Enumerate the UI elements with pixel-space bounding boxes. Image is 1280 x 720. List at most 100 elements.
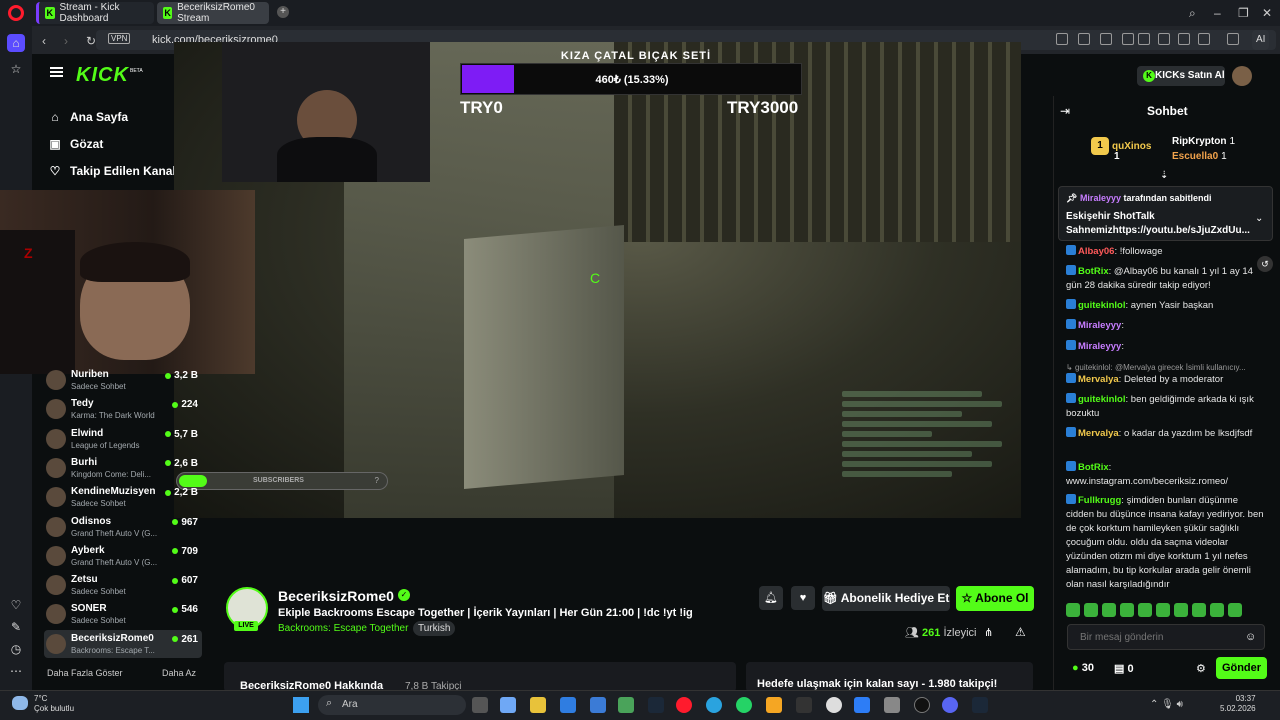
play-icon[interactable] [1122,33,1134,45]
history-icon[interactable]: ◷ [7,640,25,658]
opera-logo-icon[interactable] [8,5,24,21]
emoji-picker-icon[interactable]: ☺ [1245,631,1256,643]
extensions-icon[interactable] [1227,33,1239,45]
tray-icons[interactable]: ⌃ 🎙︎ 🔊︎ [1150,699,1183,710]
chat-username[interactable]: BotRix [1078,462,1109,473]
obs-icon[interactable] [914,697,930,713]
emote[interactable] [1102,603,1116,617]
shield-icon[interactable] [1100,33,1112,45]
calculator-icon[interactable] [884,697,900,713]
new-tab-button[interactable]: + [277,6,289,18]
channel-item[interactable]: Nuriben Sadece Sohbet 3,2 B [44,366,202,394]
stream-category[interactable]: Backrooms: Escape Together [278,623,408,634]
chevron-down-icon[interactable]: ⌄ [1255,213,1263,224]
kicks-balance[interactable]: ● 30 [1072,662,1094,674]
report-icon[interactable]: ⚠ [1015,625,1026,639]
send-message-button[interactable]: Gönder [1216,657,1267,679]
channel-item[interactable]: Tedy Karma: The Dark World 224 [44,395,202,423]
opera-taskbar-icon[interactable] [676,697,692,713]
file-explorer-icon[interactable] [530,697,546,713]
emote[interactable] [1210,603,1224,617]
reload-icon[interactable]: ↻ [86,34,96,48]
channel-item[interactable]: KendineMuzisyen Sadece Sohbet 2,2 B [44,483,202,511]
nav-home[interactable]: ⌂ Ana Sayfa [48,110,128,124]
home-icon[interactable]: ⌂ [7,34,25,52]
more-icon[interactable]: ⋯ [7,662,25,680]
chat-username[interactable]: guitekinlol [1078,394,1126,405]
emote[interactable] [1138,603,1152,617]
collapse-chat-icon[interactable]: ⇥ [1060,104,1070,118]
back-icon[interactable]: ‹ [42,34,46,48]
whatsapp-icon[interactable] [736,697,752,713]
channel-item[interactable]: Elwind League of Legends 5,7 B [44,425,202,453]
follow-heart-button[interactable]: ♥ [791,586,815,610]
outlook-icon[interactable] [590,697,606,713]
xbox-icon[interactable] [618,697,634,713]
task-view-icon[interactable] [472,697,488,713]
download-icon[interactable] [1158,33,1170,45]
expand-leaderboard-icon[interactable]: ⇣ [1160,170,1168,181]
share-icon[interactable]: ⋔ [984,626,993,639]
app-icon[interactable] [826,697,842,713]
channel-item[interactable]: BeceriksizRome0 Backrooms: Escape T... 261 [44,629,202,658]
discord-icon[interactable] [942,697,958,713]
vpn-badge[interactable]: VPN [108,33,131,44]
store-icon[interactable] [854,697,870,713]
edit-page-icon[interactable] [1056,33,1068,45]
user-avatar[interactable] [1232,66,1252,86]
chest-balance[interactable]: ▤ 0 [1114,662,1134,675]
emote[interactable] [1066,603,1080,617]
chat-username[interactable]: Fullkrugg [1078,495,1121,506]
send-icon[interactable] [1138,33,1150,45]
show-less-link[interactable]: Daha Az [162,668,196,678]
minimize-icon[interactable]: – [1214,6,1221,20]
maximize-icon[interactable]: ❐ [1238,6,1249,20]
chat-username[interactable]: Albay06 [1078,246,1114,257]
chat-username[interactable]: Miraleyyy [1078,320,1121,331]
subscribe-button[interactable]: ☆ Abone Ol [956,586,1034,611]
weather-widget[interactable]: 7°C Çok bulutlu [34,694,74,714]
notification-bell-button[interactable]: 🔔︎ [759,586,783,610]
system-clock[interactable]: 03:37 5.02.2026 [1220,694,1256,714]
chat-username[interactable]: Mervalya [1078,374,1119,385]
emote[interactable] [1120,603,1134,617]
nav-browse[interactable]: ▣ Gözat [48,137,103,151]
chat-username[interactable]: BotRix [1078,266,1109,277]
telegram-icon[interactable] [706,697,722,713]
camera-icon[interactable] [1078,33,1090,45]
emote[interactable] [1174,603,1188,617]
close-icon[interactable]: ✕ [1262,6,1272,20]
steam-icon[interactable] [648,697,664,713]
tab-stream[interactable]: K BeceriksizRome0 Stream [157,2,269,24]
channel-item[interactable]: Zetsu Sadece Sohbet 607 [44,571,202,599]
edit-icon[interactable]: ✎ [7,618,25,636]
kick-logo[interactable]: KICK [76,64,129,87]
ai-button[interactable]: AI [1252,30,1270,50]
copilot-icon[interactable] [500,697,516,713]
steam-icon-2[interactable] [972,697,988,713]
emote[interactable] [1228,603,1242,617]
tab-kick-dashboard[interactable]: K Stream - Kick Dashboard [36,2,154,24]
bookmark-icon[interactable] [1178,33,1190,45]
channel-item[interactable]: SONER Sadece Sohbet 546 [44,600,202,628]
channel-item[interactable]: Odisnos Grand Theft Auto V (G... 967 [44,513,202,541]
heart-icon[interactable]: ♡ [7,596,25,614]
chat-settings-gear-icon[interactable]: ⚙ [1196,662,1206,675]
channel-item[interactable]: Ayberk Grand Theft Auto V (G... 709 [44,542,202,570]
forward-icon[interactable]: › [64,34,68,48]
taskbar-search[interactable]: Ara [318,695,466,715]
emote[interactable] [1084,603,1098,617]
windows-start-icon[interactable] [293,697,309,713]
gift-subscription-button[interactable]: 🎁︎ Abonelik Hediye Et [822,586,950,611]
search-tabs-icon[interactable]: ⌕ [1189,6,1196,21]
language-tag[interactable]: Turkish [413,621,456,636]
edge-icon[interactable] [560,697,576,713]
chat-username[interactable]: Mervalya [1078,428,1119,439]
menu-icon[interactable] [1198,33,1210,45]
video-player[interactable]: C SUBSCRIBERS? [174,42,1021,518]
emote[interactable] [1156,603,1170,617]
streamer-name[interactable]: BeceriksizRome0 [278,588,394,604]
hamburger-menu-icon[interactable] [50,71,63,73]
chat-username[interactable]: guitekinlol [1078,300,1126,311]
channel-item[interactable]: Burhi Kingdom Come: Deli... 2,6 B [44,454,202,482]
